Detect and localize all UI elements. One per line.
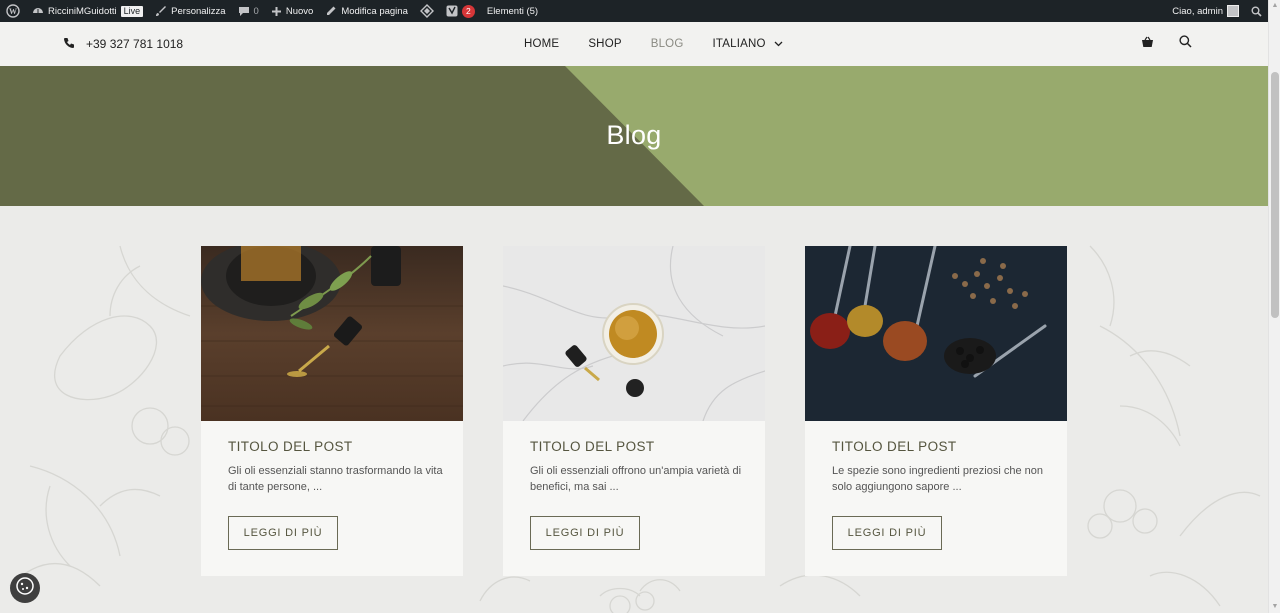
edit-page-label: Modifica pagina: [341, 5, 408, 17]
post-excerpt: Gli oli essenziali offrono un'ampia vari…: [530, 465, 742, 493]
scroll-down-arrow[interactable]: ▼: [1269, 601, 1280, 613]
yoast-icon: [446, 5, 458, 17]
scrollbar-thumb[interactable]: [1271, 72, 1279, 318]
greeting: Ciao, admin: [1172, 5, 1223, 17]
nav-blog[interactable]: BLOG: [651, 38, 684, 50]
read-more-button[interactable]: LEGGI DI PIÙ: [832, 516, 942, 550]
phone-number: +39 327 781 1018: [86, 37, 184, 51]
post-title[interactable]: TITOLO DEL POST: [228, 439, 353, 454]
updates-badge: 2: [461, 4, 475, 18]
customize-label: Personalizza: [171, 5, 226, 17]
post-title[interactable]: TITOLO DEL POST: [832, 439, 957, 454]
post-card: TITOLO DEL POST Gli oli essenziali offro…: [503, 246, 765, 576]
page-title: Blog: [606, 120, 662, 150]
wordpress-icon: W: [6, 4, 20, 18]
phone-contact[interactable]: +39 327 781 1018: [63, 22, 183, 66]
customize-link[interactable]: Personalizza: [149, 0, 231, 22]
cookie-icon: [15, 576, 35, 601]
admin-search[interactable]: [1245, 0, 1268, 22]
read-more-button[interactable]: LEGGI DI PIÙ: [228, 516, 338, 550]
page-hero: Blog: [0, 66, 1268, 206]
elements-menu[interactable]: Elementi (5): [481, 0, 544, 22]
post-excerpt: Gli oli essenziali stanno trasformando l…: [228, 465, 443, 493]
post-card: TITOLO DEL POST Le spezie sono ingredien…: [805, 246, 1067, 576]
nav-home[interactable]: HOME: [524, 38, 559, 50]
phone-icon: [63, 37, 75, 52]
avatar: [1227, 5, 1239, 17]
dashboard-icon: [32, 5, 44, 17]
pencil-icon: [325, 5, 337, 17]
plugin-menu[interactable]: [414, 0, 440, 22]
site-header: +39 327 781 1018 HOME SHOP BLOG ITALIANO: [0, 22, 1268, 66]
nav-shop[interactable]: SHOP: [588, 38, 621, 50]
nav-language-label: ITALIANO: [712, 38, 766, 50]
site-name: RicciniMGuidotti: [48, 5, 117, 17]
seo-menu[interactable]: 2: [440, 0, 481, 22]
main-nav: HOME SHOP BLOG ITALIANO: [524, 22, 812, 66]
chevron-down-icon: [774, 38, 783, 50]
basket-icon[interactable]: [1141, 35, 1154, 53]
wordpress-logo[interactable]: W: [0, 0, 26, 22]
nav-language[interactable]: ITALIANO: [712, 38, 783, 50]
new-label: Nuovo: [285, 5, 314, 17]
site-name-menu[interactable]: RicciniMGuidotti Live: [26, 0, 149, 22]
admin-bar: W RicciniMGuidotti Live Personalizza 0 N…: [0, 0, 1268, 22]
page-scrollbar[interactable]: ▲ ▼: [1268, 0, 1280, 613]
post-title[interactable]: TITOLO DEL POST: [530, 439, 655, 454]
brush-icon: [155, 5, 167, 17]
post-image-spices[interactable]: [805, 246, 1067, 421]
nav-home-label: HOME: [524, 38, 560, 50]
scroll-up-arrow[interactable]: ▲: [1269, 0, 1280, 12]
nav-shop-label: SHOP: [588, 38, 622, 50]
read-more-button[interactable]: LEGGI DI PIÙ: [530, 516, 640, 550]
search-icon[interactable]: [1179, 35, 1192, 53]
account-menu[interactable]: Ciao, admin: [1166, 0, 1245, 22]
post-card: TITOLO DEL POST Gli oli essenziali stann…: [201, 246, 463, 576]
diamond-icon: [419, 4, 434, 18]
edit-page-link[interactable]: Modifica pagina: [319, 0, 414, 22]
new-content-link[interactable]: Nuovo: [265, 0, 319, 22]
comments-count: 0: [253, 5, 259, 17]
live-badge: Live: [120, 5, 144, 17]
cookie-settings-button[interactable]: [10, 573, 40, 603]
elements-label: Elementi (5): [486, 5, 539, 17]
post-excerpt: Le spezie sono ingredienti preziosi che …: [832, 465, 1043, 493]
post-image-oil-glass[interactable]: [503, 246, 765, 421]
comments-link[interactable]: 0: [232, 0, 265, 22]
svg-text:W: W: [9, 7, 17, 16]
post-image-essential-oil[interactable]: [201, 246, 463, 421]
search-icon: [1251, 6, 1262, 17]
plus-icon: [271, 6, 282, 17]
comment-icon: [238, 5, 250, 17]
nav-blog-label: BLOG: [650, 38, 684, 50]
